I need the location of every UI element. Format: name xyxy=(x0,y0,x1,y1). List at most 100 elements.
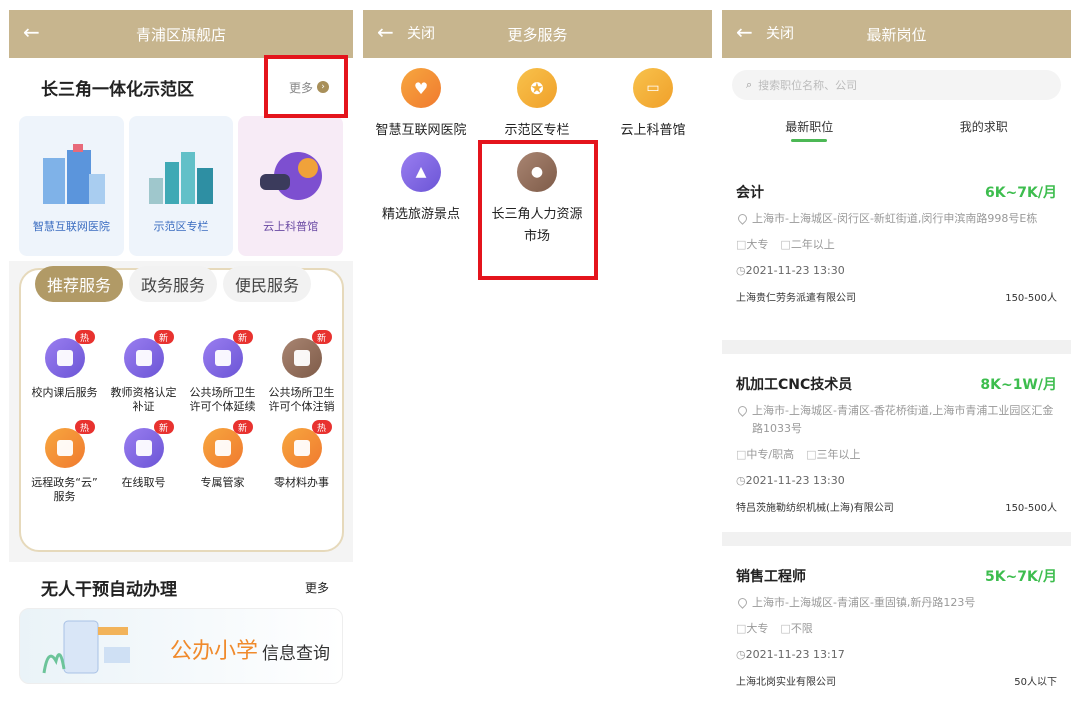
job-time: 2021-11-23 13:30 xyxy=(736,264,1057,277)
badge-hot: 热 xyxy=(74,330,95,344)
badge-new: 新 xyxy=(311,330,332,344)
mountain-icon: ▲ xyxy=(401,152,441,192)
book-icon: 热 xyxy=(44,330,95,378)
puzzle-icon: 热 xyxy=(281,420,332,468)
close-link[interactable]: 关闭 xyxy=(766,23,794,43)
job-experience: 二年以上 xyxy=(780,236,835,252)
service-label-line2: 许可个体注销 xyxy=(268,400,335,413)
job-education: 大专 xyxy=(736,236,768,252)
section-title: 长三角一体化示范区 xyxy=(41,79,194,100)
service-label: 公共场所卫生 xyxy=(268,386,335,399)
screen-more-services: ← 关闭 更多服务 ♥ 智慧互联网医院 ✪ 示范区专栏 ▭ 云上科普馆 ▲ 精选旅游景点… xyxy=(363,10,712,696)
feature-cards: 智慧互联网医院 示范区专栏 云上科普馆 xyxy=(9,116,353,261)
document-icon: 新 xyxy=(281,330,332,378)
job-company-size: 150-500人 xyxy=(1005,503,1057,514)
service-label-line2: 服务 xyxy=(53,490,76,503)
card-label: 智慧互联网医院 xyxy=(32,220,110,233)
hospital-building-icon xyxy=(43,144,105,204)
job-title: 销售工程师 xyxy=(736,569,806,585)
job-tabs: 最新职位 我的求职 xyxy=(722,100,1071,154)
back-arrow-icon[interactable]: ← xyxy=(736,20,753,44)
top-bar: ← 关闭 最新岗位 xyxy=(722,10,1071,58)
back-arrow-icon[interactable]: ← xyxy=(377,20,394,44)
service-item[interactable]: 新在线取号 xyxy=(104,420,183,504)
job-experience: 三年以上 xyxy=(806,446,861,462)
badge-hot: 热 xyxy=(311,420,332,434)
job-address: 上海市-上海城区-青浦区-香花桥街道,上海市青浦工业园区汇金路1033号 xyxy=(736,402,1057,438)
screen-latest-jobs: ← 关闭 最新岗位 ⌕ 搜索职位名称、公司 最新职位 我的求职 会计 6K~7K/月… xyxy=(722,10,1071,696)
job-card[interactable]: 会计 6K~7K/月 上海市-上海城区-闵行区-新虹街道,闵行申滨南路998号E栋… xyxy=(722,162,1071,340)
job-salary: 5K~7K/月 xyxy=(984,569,1057,585)
service-label: 公共场所卫生 xyxy=(189,386,256,399)
badge-hot: 热 xyxy=(74,420,95,434)
banner-title: 公办小学 xyxy=(170,639,259,664)
vr-headset-icon xyxy=(260,152,323,200)
city-buildings-icon xyxy=(148,152,213,204)
school-query-banner[interactable]: 公办小学 信息查询 xyxy=(19,608,343,684)
job-title: 机加工CNC技术员 xyxy=(736,377,853,393)
search-input[interactable]: ⌕ 搜索职位名称、公司 xyxy=(732,70,1061,100)
section-title: 无人干预自动办理 xyxy=(41,579,177,600)
highlight-box xyxy=(264,55,348,118)
service-item[interactable]: 新公共场所卫生 许可个体注销 xyxy=(262,330,341,414)
top-bar: ← 青浦区旗舰店 xyxy=(9,10,353,58)
job-address: 上海市-上海城区-青浦区-重固镇,新丹路123号 xyxy=(736,594,1057,612)
back-arrow-icon[interactable]: ← xyxy=(23,20,40,44)
monitor-icon: 热 xyxy=(44,420,95,468)
tab-government[interactable]: 政务服务 xyxy=(129,266,218,302)
search-icon: ⌕ xyxy=(746,78,753,91)
tab-latest-jobs[interactable]: 最新职位 xyxy=(722,100,897,154)
job-salary: 6K~7K/月 xyxy=(984,185,1057,201)
card-hospital[interactable]: 智慧互联网医院 xyxy=(19,116,124,256)
service-item[interactable]: 热远程政务“云” 服务 xyxy=(25,420,104,504)
auto-processing-section: 无人干预自动办理 更多 公办小学 信息查询 xyxy=(9,562,353,696)
tab-recommended[interactable]: 推荐服务 xyxy=(35,266,124,302)
close-link[interactable]: 关闭 xyxy=(407,23,435,43)
service-label-line2: 补证 xyxy=(132,400,155,413)
card-label: 云上科普馆 xyxy=(263,220,319,233)
laptop-icon: ▭ xyxy=(633,68,673,108)
award-icon: ✪ xyxy=(517,68,557,108)
job-company-size: 50人以下 xyxy=(1014,677,1057,688)
service-item[interactable]: ♥ 智慧互联网医院 xyxy=(363,68,479,142)
page-title: 青浦区旗舰店 xyxy=(135,25,226,44)
service-item[interactable]: 新专属管家 xyxy=(183,420,262,504)
card-label: 示范区专栏 xyxy=(153,220,209,233)
banner-subtitle: 信息查询 xyxy=(262,644,330,664)
service-label: 专属管家 xyxy=(200,476,245,489)
job-card[interactable]: 机加工CNC技术员 8K~1W/月 上海市-上海城区-青浦区-香花桥街道,上海市青… xyxy=(722,354,1071,532)
more-link[interactable]: 更多 xyxy=(305,579,329,596)
job-company: 特吕茨施勒纺织机械(上海)有限公司 xyxy=(736,503,894,514)
service-item[interactable]: ✪ 示范区专栏 xyxy=(479,68,595,142)
service-item[interactable]: 热校内课后服务 xyxy=(25,330,104,414)
service-label: 教师资格认定 xyxy=(110,386,177,399)
job-education: 中专/职高 xyxy=(736,446,794,462)
tab-label: 我的求职 xyxy=(959,120,1008,134)
job-company-size: 150-500人 xyxy=(1005,293,1057,304)
service-item[interactable]: 新教师资格认定 补证 xyxy=(104,330,183,414)
service-label: 云上科普馆 xyxy=(620,123,686,138)
service-item[interactable]: ▭ 云上科普馆 xyxy=(595,68,711,142)
service-label: 示范区专栏 xyxy=(504,123,570,138)
service-label: 智慧互联网医院 xyxy=(375,123,467,138)
service-label: 在线取号 xyxy=(121,476,166,489)
search-placeholder: 搜索职位名称、公司 xyxy=(758,79,858,92)
card-demo-zone[interactable]: 示范区专栏 xyxy=(128,116,234,256)
badge-new: 新 xyxy=(153,330,174,344)
service-item[interactable]: 热零材料办事 xyxy=(262,420,341,504)
job-salary: 8K~1W/月 xyxy=(980,377,1057,393)
card-science-museum[interactable]: 云上科普馆 xyxy=(238,116,344,256)
badge-new: 新 xyxy=(232,420,253,434)
teacher-icon: 新 xyxy=(123,330,174,378)
service-item[interactable]: ▲ 精选旅游景点 xyxy=(363,152,479,226)
job-title: 会计 xyxy=(736,185,764,201)
job-address: 上海市-上海城区-闵行区-新虹街道,闵行申滨南路998号E栋 xyxy=(736,210,1057,228)
service-label: 零材料办事 xyxy=(274,476,329,489)
tab-my-applications[interactable]: 我的求职 xyxy=(897,100,1072,154)
job-time: 2021-11-23 13:17 xyxy=(736,648,1057,661)
job-card[interactable]: 销售工程师 5K~7K/月 上海市-上海城区-青浦区-重固镇,新丹路123号 大专… xyxy=(722,546,1071,696)
service-label: 校内课后服务 xyxy=(31,386,98,399)
service-item[interactable]: 新公共场所卫生 许可个体延续 xyxy=(183,330,262,414)
badge-new: 新 xyxy=(232,330,253,344)
tab-convenience[interactable]: 便民服务 xyxy=(223,266,312,302)
